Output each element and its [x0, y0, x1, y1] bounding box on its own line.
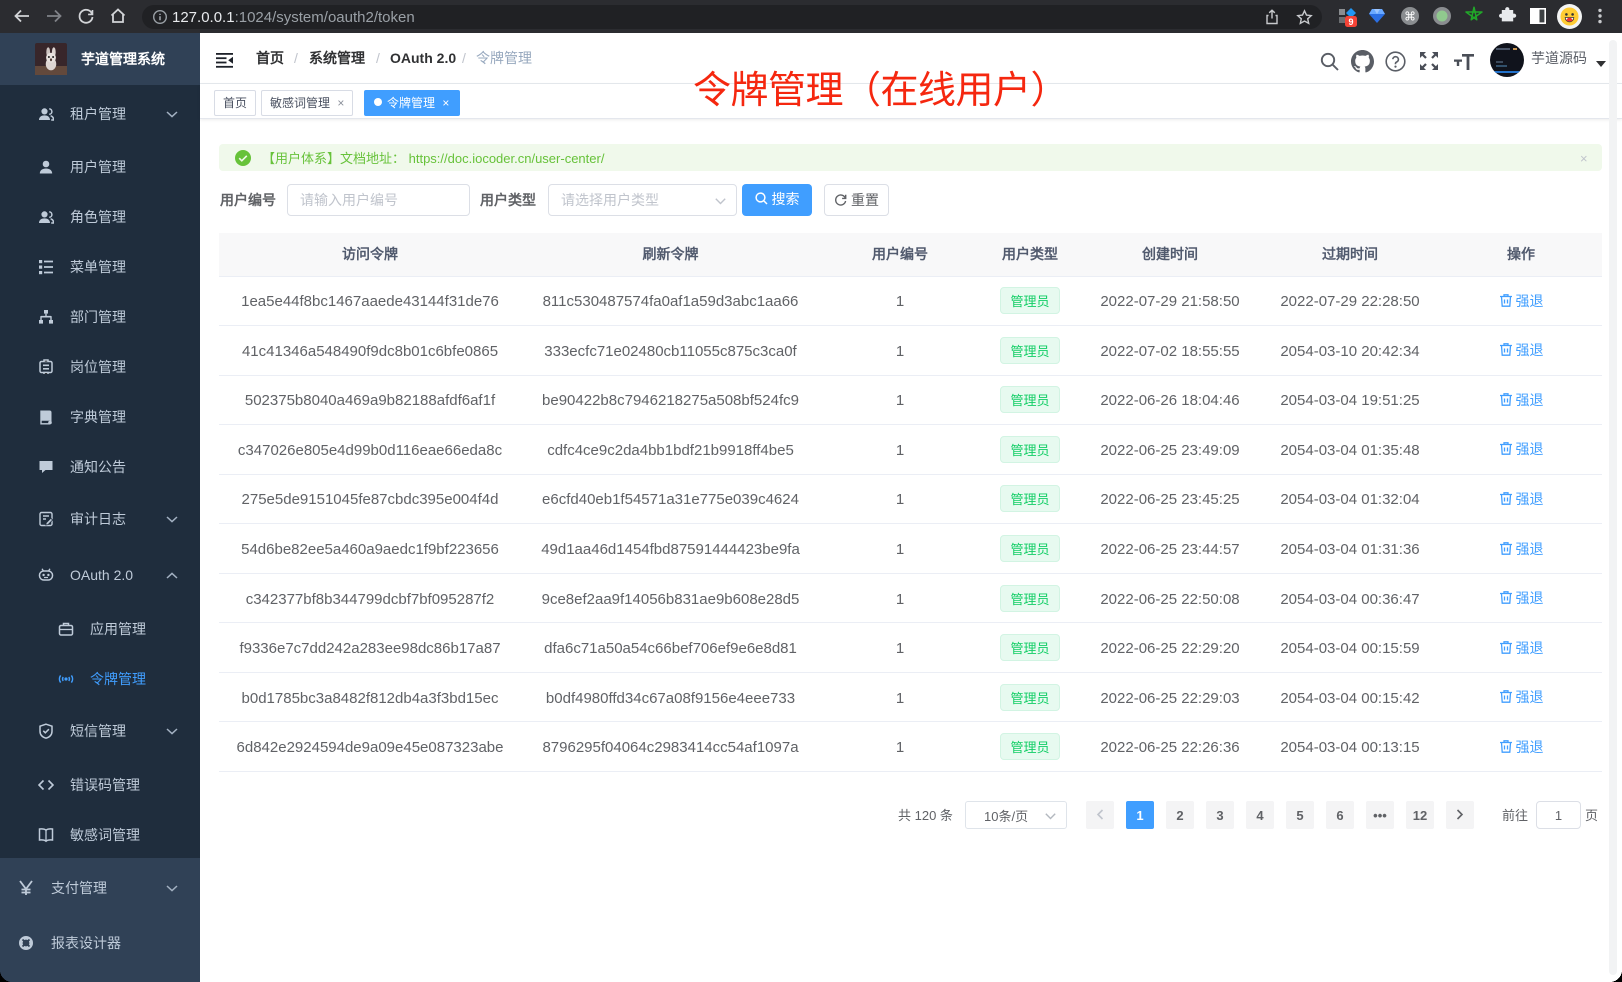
- svg-text:9: 9: [1348, 17, 1353, 27]
- svg-text:⌘: ⌘: [1404, 10, 1416, 24]
